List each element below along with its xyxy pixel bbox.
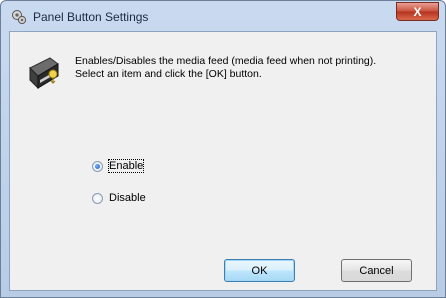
close-icon: X bbox=[413, 4, 422, 19]
printer-settings-icon bbox=[12, 10, 27, 25]
window-title: Panel Button Settings bbox=[33, 10, 149, 24]
disable-label[interactable]: Disable bbox=[109, 192, 146, 204]
dialog-window: Panel Button Settings X Enables/Disables… bbox=[0, 0, 446, 298]
option-enable[interactable]: Enable bbox=[92, 159, 145, 173]
enable-radio[interactable] bbox=[92, 160, 103, 172]
description-text: Enables/Disables the media feed (media f… bbox=[75, 55, 425, 81]
disable-radio[interactable] bbox=[92, 192, 103, 204]
dialog-content: Enables/Disables the media feed (media f… bbox=[9, 31, 437, 291]
close-button[interactable]: X bbox=[396, 2, 439, 21]
ok-button[interactable]: OK bbox=[224, 259, 295, 282]
option-disable[interactable]: Disable bbox=[92, 192, 146, 204]
title-bar[interactable]: Panel Button Settings X bbox=[1, 1, 445, 31]
printer-media-icon bbox=[29, 57, 59, 90]
enable-label[interactable]: Enable bbox=[107, 159, 145, 173]
description-line-1: Enables/Disables the media feed (media f… bbox=[75, 55, 377, 67]
description-line-2: Select an item and click the [OK] button… bbox=[75, 68, 262, 80]
cancel-button[interactable]: Cancel bbox=[341, 259, 412, 282]
